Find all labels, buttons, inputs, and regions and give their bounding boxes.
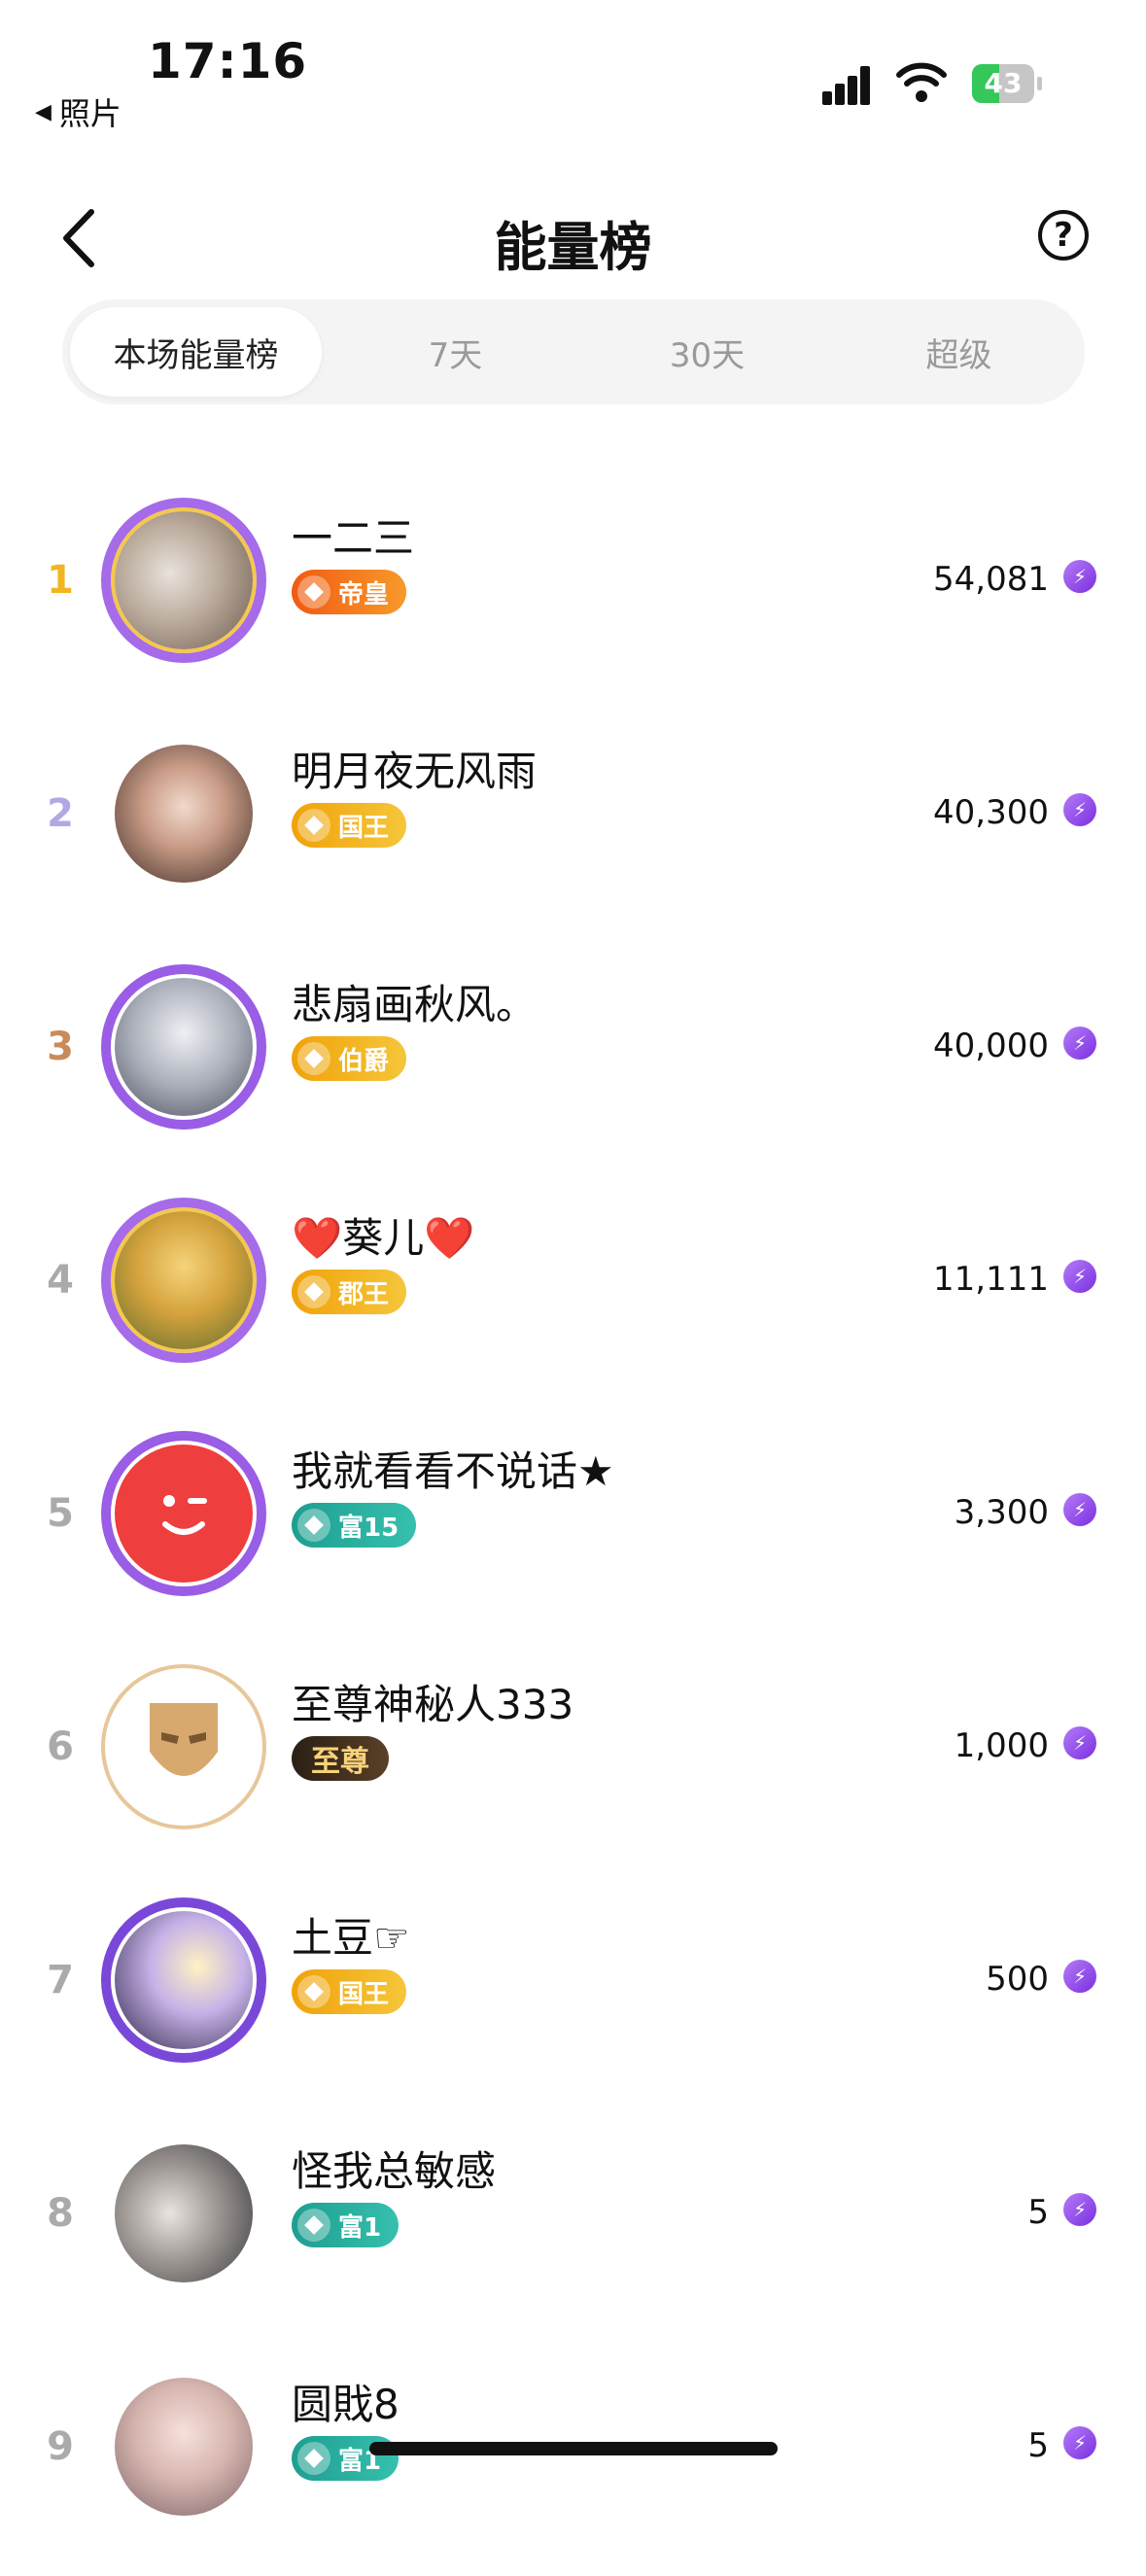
diamond-icon [297, 809, 330, 842]
avatar[interactable] [101, 1664, 266, 1829]
energy-icon: ⚡ [1063, 1027, 1096, 1060]
tab-super[interactable]: 超级 [833, 299, 1085, 404]
list-item[interactable]: 5 我就看看不说话★ 富15 3,300 ⚡ [0, 1410, 1146, 1643]
rank-number: 6 [47, 1724, 74, 1769]
crown-icon [297, 575, 330, 609]
rank-number: 7 [47, 1958, 74, 2002]
avatar[interactable] [101, 1897, 266, 2063]
energy-icon: ⚡ [1063, 1493, 1096, 1526]
badge-label: 伯爵 [338, 1046, 390, 1076]
energy-score: 5 [1027, 2426, 1049, 2465]
avatar[interactable] [101, 731, 266, 896]
status-time: 17:16 [148, 33, 308, 89]
avatar[interactable] [101, 2131, 266, 2296]
rank-number: 1 [47, 558, 74, 603]
badge-label: 国王 [338, 1979, 390, 2009]
user-name: 土豆☞ [292, 1914, 410, 1962]
cellular-signal-icon [822, 64, 881, 105]
energy-score: 500 [986, 1960, 1049, 1999]
user-name: 我就看看不说话★ [292, 1447, 614, 1495]
rank-number: 8 [47, 2191, 74, 2236]
energy-score: 40,300 [933, 793, 1049, 832]
diamond-icon [297, 1275, 330, 1308]
avatar[interactable] [101, 1198, 266, 1363]
ranking-tabs: 本场能量榜 7天 30天 超级 [62, 299, 1085, 404]
home-indicator [369, 2442, 778, 2455]
energy-score: 3,300 [954, 1493, 1049, 1532]
list-item[interactable]: 9 圆戝8 富1 5 ⚡ [0, 2343, 1146, 2576]
avatar[interactable] [101, 498, 266, 663]
energy-icon: ⚡ [1063, 560, 1096, 593]
level-badge: 国王 [292, 803, 407, 848]
list-item[interactable]: 6 至尊神秘人333 至尊 1,000 ⚡ [0, 1643, 1146, 1876]
energy-icon: ⚡ [1063, 2426, 1096, 2459]
diamond-icon [297, 1975, 330, 2008]
energy-icon: ⚡ [1063, 1260, 1096, 1293]
level-badge: 郡王 [292, 1270, 407, 1314]
rank-number: 3 [47, 1025, 74, 1069]
tab-30-days[interactable]: 30天 [581, 299, 833, 404]
user-name: 怪我总敏感 [292, 2147, 497, 2195]
battery-indicator: 43 [972, 64, 1042, 103]
avatar[interactable] [101, 1431, 266, 1596]
list-item[interactable]: 8 怪我总敏感 富1 5 ⚡ [0, 2109, 1146, 2343]
tab-current-session[interactable]: 本场能量榜 [70, 307, 322, 397]
wealth-icon [297, 2209, 330, 2242]
level-badge: 帝皇 [292, 570, 407, 614]
help-icon[interactable]: ? [1038, 210, 1089, 261]
wink-face-icon [162, 1495, 207, 1535]
level-badge: 伯爵 [292, 1036, 407, 1081]
ranking-list: 1 一二三 帝皇 54,081 ⚡ 2 明月夜无风雨 国王 40,300 ⚡ 3 [0, 476, 1146, 2576]
diamond-icon [297, 1042, 330, 1075]
badge-label: 国王 [338, 813, 390, 843]
energy-icon: ⚡ [1063, 793, 1096, 826]
avatar[interactable] [101, 964, 266, 1130]
badge-label: 帝皇 [338, 579, 390, 609]
back-triangle-icon: ◀ [35, 99, 52, 124]
user-name: ❤️葵儿❤️ [292, 1214, 475, 1262]
badge-label: 郡王 [338, 1279, 390, 1309]
user-name: 圆戝8 [292, 2381, 399, 2428]
avatar[interactable] [101, 2364, 266, 2529]
badge-label: 至尊 [311, 1745, 369, 1779]
back-to-app-link[interactable]: ◀ 照片 [35, 89, 122, 134]
user-name: 悲扇画秋风。 [292, 981, 538, 1028]
energy-icon: ⚡ [1063, 1960, 1096, 1993]
list-item[interactable]: 4 ❤️葵儿❤️ 郡王 11,111 ⚡ [0, 1176, 1146, 1410]
user-name: 至尊神秘人333 [292, 1681, 574, 1728]
wealth-icon [297, 1509, 330, 1542]
list-item[interactable]: 1 一二三 帝皇 54,081 ⚡ [0, 476, 1146, 710]
battery-level: 43 [984, 67, 1023, 99]
mystery-mask-icon [150, 1703, 218, 1776]
energy-icon: ⚡ [1063, 2193, 1096, 2226]
energy-score: 40,000 [933, 1027, 1049, 1065]
level-badge: 国王 [292, 1969, 407, 2014]
rank-number: 4 [47, 1258, 74, 1303]
list-item[interactable]: 7 土豆☞ 国王 500 ⚡ [0, 1876, 1146, 2109]
energy-icon: ⚡ [1063, 1726, 1096, 1759]
tab-7-days[interactable]: 7天 [330, 299, 581, 404]
user-name: 明月夜无风雨 [292, 748, 538, 795]
list-item[interactable]: 3 悲扇画秋风。 伯爵 40,000 ⚡ [0, 943, 1146, 1176]
rank-number: 9 [47, 2424, 74, 2469]
wealth-icon [297, 2442, 330, 2475]
rank-number: 2 [47, 791, 74, 836]
user-name: 一二三 [292, 514, 415, 562]
badge-label: 富1 [338, 2212, 382, 2243]
level-badge: 富1 [292, 2203, 399, 2247]
wifi-icon [896, 62, 947, 102]
rank-number: 5 [47, 1491, 74, 1536]
energy-score: 5 [1027, 2193, 1049, 2232]
level-badge: 富15 [292, 1503, 417, 1548]
energy-score: 54,081 [933, 560, 1049, 599]
back-app-label: 照片 [58, 95, 122, 132]
page-title: 能量榜 [494, 217, 652, 278]
energy-score: 1,000 [954, 1726, 1049, 1765]
badge-label: 富15 [338, 1513, 399, 1543]
level-badge: 至尊 [292, 1736, 389, 1781]
energy-score: 11,111 [933, 1260, 1049, 1299]
list-item[interactable]: 2 明月夜无风雨 国王 40,300 ⚡ [0, 710, 1146, 943]
